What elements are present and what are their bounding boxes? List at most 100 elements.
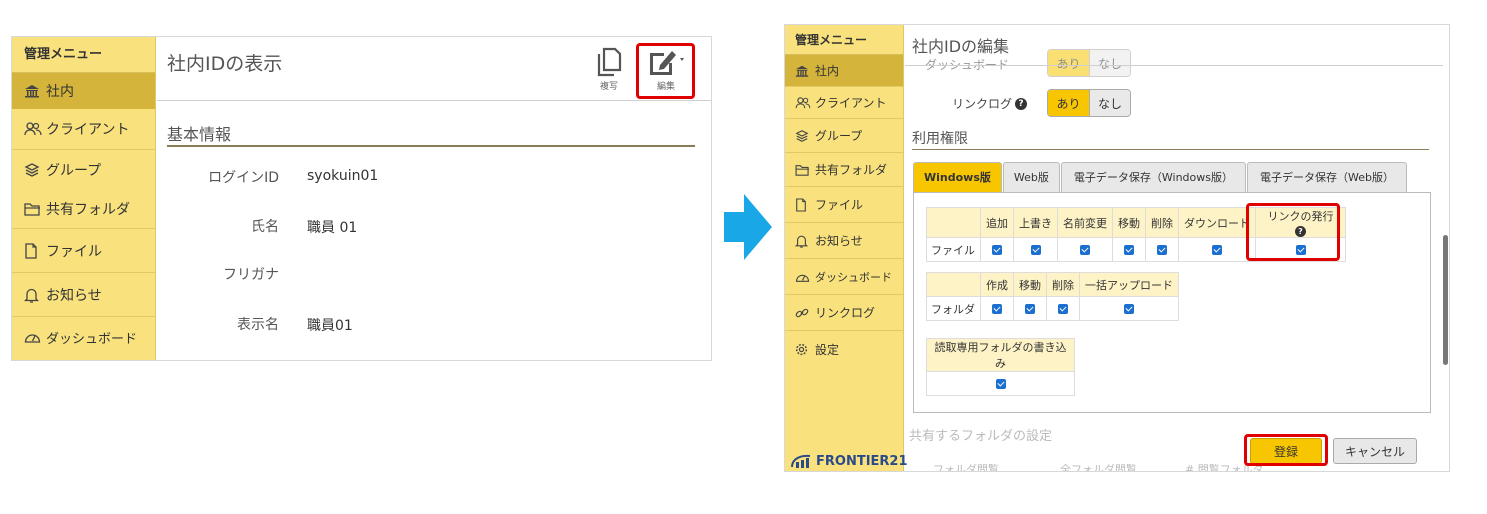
tab-edoc-windows[interactable]: 電子データ保存（Windows版） <box>1060 162 1246 193</box>
checkbox-delete[interactable] <box>1157 245 1167 255</box>
row-label: フォルダ <box>926 296 981 321</box>
login-id-value: syokuin01 <box>307 168 379 184</box>
tab-panel-windows: 追加 上書き 名前変更 移動 削除 ダウンロード リンクの発行 ? ファイル 作… <box>913 192 1431 413</box>
building-icon <box>24 83 46 99</box>
sidebar-item-label: 共有フォルダ <box>46 202 130 218</box>
sidebar-item-link-log[interactable]: リンクログ <box>785 295 903 331</box>
header-divider <box>905 65 1443 66</box>
row-label: ファイル <box>926 237 981 262</box>
permission-tabs: Windows版 Web版 電子データ保存（Windows版） 電子データ保存（… <box>913 162 1408 193</box>
vertical-scrollbar[interactable] <box>1443 235 1448 365</box>
sidebar-item-shared-folder[interactable]: 共有フォルダ <box>12 190 155 228</box>
copy-button[interactable]: 複写 <box>589 47 629 92</box>
toggle-on[interactable]: あり <box>1048 50 1089 76</box>
dashboard-icon <box>24 330 46 344</box>
table-header-row: 作成 移動 削除 一括アップロード <box>926 272 1179 297</box>
sidebar-item-internal[interactable]: 社内 <box>12 73 155 109</box>
sidebar-item-internal[interactable]: 社内 <box>785 55 903 87</box>
sidebar-item-dashboard[interactable]: ダッシュボード <box>12 317 155 357</box>
menu-title: 管理メニュー <box>785 25 903 55</box>
table-header-row: 読取専用フォルダの書き込み <box>926 338 1075 372</box>
bell-icon <box>795 234 815 248</box>
sidebar-item-label: リンクログ <box>815 306 876 320</box>
checkbox-add[interactable] <box>992 245 1002 255</box>
page-title: 社内IDの編集 <box>912 33 1016 57</box>
link-icon <box>795 306 815 320</box>
sidebar-item-dashboard[interactable]: ダッシュボード <box>785 259 903 295</box>
checkbox-move[interactable] <box>1124 245 1134 255</box>
register-button-highlight <box>1244 434 1328 466</box>
checkbox-overwrite[interactable] <box>1030 245 1041 255</box>
sidebar-item-label: クライアント <box>815 96 887 110</box>
toggle-off[interactable]: なし <box>1089 90 1130 116</box>
logo-mark-icon <box>791 454 811 468</box>
folder-permission-table: 作成 移動 削除 一括アップロード フォルダ <box>926 272 1179 321</box>
tab-web[interactable]: Web版 <box>1002 162 1060 193</box>
sidebar-item-label: 設定 <box>815 342 840 357</box>
header-divider <box>157 100 711 101</box>
checkbox-download[interactable] <box>1212 245 1222 255</box>
checkbox-folder-move[interactable] <box>1025 304 1035 314</box>
users-icon <box>795 96 815 109</box>
checkbox-folder-delete[interactable] <box>1058 304 1068 314</box>
file-icon <box>795 197 815 212</box>
bell-icon <box>24 287 46 303</box>
sidebar-item-client[interactable]: クライアント <box>12 109 155 149</box>
furigana-label: フリガナ <box>223 267 279 283</box>
checkbox-rename[interactable] <box>1080 245 1090 255</box>
section-underline <box>167 145 695 147</box>
checkbox-readonly-write[interactable] <box>995 379 1006 389</box>
column-header: 作成 <box>980 272 1014 297</box>
building-icon <box>795 64 815 78</box>
help-icon[interactable]: ? <box>1015 97 1028 110</box>
copy-icon <box>597 47 622 77</box>
id-view-screen: 管理メニュー 社内 クライアント グループ 共有フォルダ ファイル お知らせ ダ… <box>11 36 712 361</box>
sidebar-item-file[interactable]: ファイル <box>12 229 155 272</box>
sidebar-item-notice[interactable]: お知らせ <box>785 223 903 259</box>
admin-sidebar: 管理メニュー 社内 クライアント グループ 共有フォルダ ファイル お知らせ ダ… <box>785 25 908 471</box>
name-value: 職員 01 <box>307 220 358 236</box>
link-log-label: リンクログ <box>952 97 1013 111</box>
login-id-label: ログインID <box>208 170 279 186</box>
sidebar-item-group[interactable]: グループ <box>785 119 903 153</box>
dashboard-toggle[interactable]: あり なし <box>1047 49 1131 77</box>
sidebar-item-notice[interactable]: お知らせ <box>12 273 155 316</box>
link-log-toggle[interactable]: あり なし <box>1047 89 1131 117</box>
link-log-row-label: リンクログ ? <box>952 95 1028 112</box>
sidebar-item-label: 社内 <box>815 64 840 78</box>
main-content: 社内IDの表示 複写 編集 基本情報 ログインID syokuin01 氏名 職… <box>157 37 711 360</box>
sidebar-item-group[interactable]: グループ <box>12 150 155 190</box>
table-row <box>926 371 1075 396</box>
folder-icon <box>795 164 815 176</box>
sidebar-item-label: グループ <box>815 129 863 143</box>
toggle-off[interactable]: なし <box>1089 50 1130 76</box>
transition-arrow <box>724 194 772 264</box>
readonly-permission-table: 読取専用フォルダの書き込み <box>926 338 1075 396</box>
logo-text: FRONTIER21 <box>816 453 908 469</box>
shared-folder-settings-title: 共有するフォルダの設定 <box>909 429 1053 444</box>
layers-icon <box>24 162 46 178</box>
link-issue-highlight <box>1246 203 1340 261</box>
checkbox-create[interactable] <box>992 304 1002 314</box>
layers-icon <box>795 129 815 143</box>
toggle-on[interactable]: あり <box>1048 90 1089 116</box>
footer-ghost-item: フォルダ閲覧 <box>933 463 999 472</box>
sidebar-item-label: グループ <box>46 163 102 179</box>
sidebar-item-file[interactable]: ファイル <box>785 187 903 223</box>
footer-ghost-item: 全フォルダ閲覧 <box>1060 463 1137 472</box>
sidebar-item-client[interactable]: クライアント <box>785 87 903 119</box>
cancel-button[interactable]: キャンセル <box>1333 438 1417 464</box>
section-title-basic-info: 基本情報 <box>167 125 232 144</box>
tab-edoc-web[interactable]: 電子データ保存（Web版） <box>1246 162 1407 193</box>
column-header: 削除 <box>1145 207 1179 238</box>
sidebar-item-settings[interactable]: 設定 <box>785 331 903 367</box>
sidebar-item-label: クライアント <box>46 122 130 138</box>
copy-label: 複写 <box>599 82 618 92</box>
checkbox-bulk-upload[interactable] <box>1124 304 1134 314</box>
column-header: 名前変更 <box>1057 207 1113 238</box>
page-title: 社内IDの表示 <box>167 53 283 75</box>
sidebar-item-shared-folder[interactable]: 共有フォルダ <box>785 153 903 187</box>
display-name-value: 職員01 <box>307 318 353 334</box>
tab-windows[interactable]: Windows版 <box>913 162 1002 193</box>
column-header: 移動 <box>1112 207 1146 238</box>
